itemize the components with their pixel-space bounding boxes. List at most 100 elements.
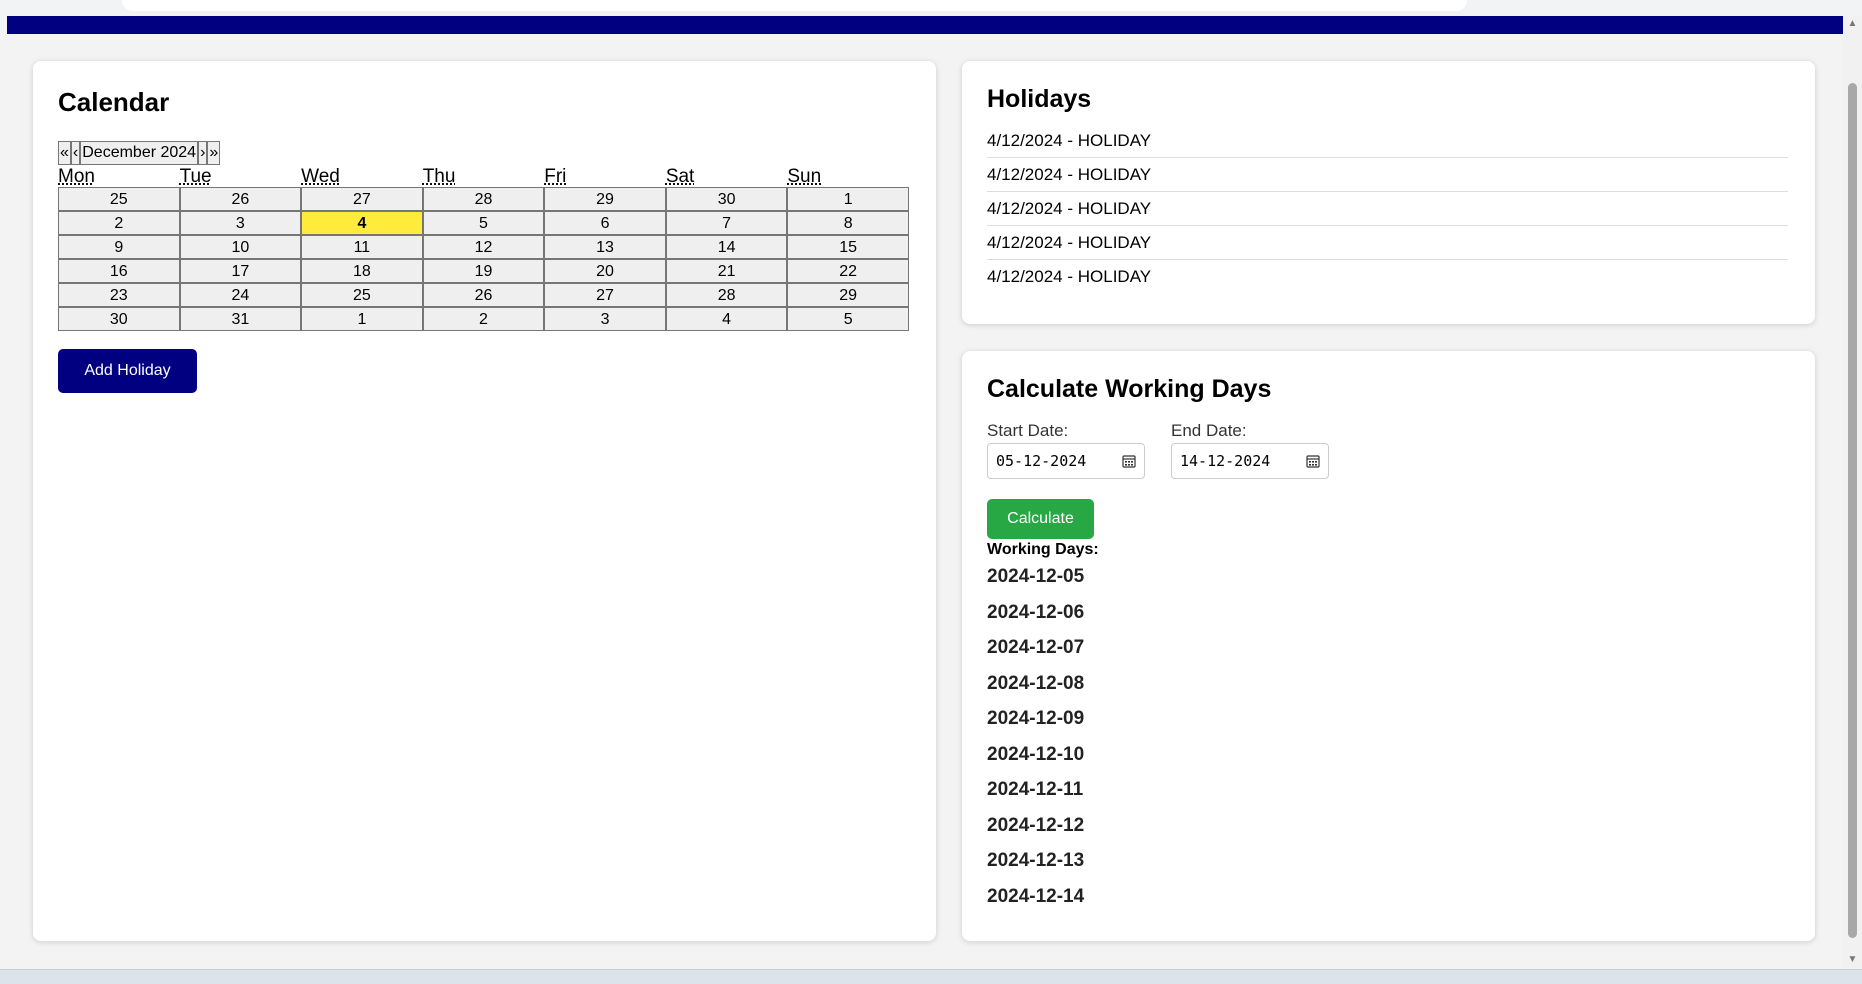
calendar-day[interactable]: 2 (422, 307, 545, 331)
calendar-picker-icon[interactable] (1122, 454, 1136, 468)
holiday-item: 4/12/2024 - HOLIDAY (987, 226, 1788, 260)
next-year-button[interactable]: » (207, 141, 221, 165)
working-days-panel: Calculate Working Days Start Date: 05-12… (962, 351, 1815, 941)
working-day-item: 2024-12-09 (987, 708, 1085, 729)
calendar-panel: Calendar « ‹ December 2024 › » Mon Tue Wed… (33, 61, 936, 941)
weekday-label: Sat (665, 166, 695, 187)
start-date-input[interactable]: 05-12-2024 (987, 443, 1145, 479)
holiday-item: 4/12/2024 - HOLIDAY (987, 192, 1788, 226)
working-days-list: 2024-12-05 2024-12-06 2024-12-07 2024-12-08… (987, 559, 1790, 914)
calendar-day[interactable]: 5 (787, 307, 909, 331)
date-range: Start Date: 05-12-2024 End Date: 14-12-2… (987, 421, 1790, 479)
calendar-day[interactable]: 26 (179, 187, 302, 211)
calendar-day[interactable]: 5 (422, 211, 545, 235)
start-date-label: Start Date: (987, 421, 1069, 440)
end-date-label: End Date: (1171, 421, 1247, 440)
calendar-day[interactable]: 2 (58, 211, 180, 235)
calendar-day[interactable]: 4 (665, 307, 788, 331)
calendar-day[interactable]: 26 (422, 283, 545, 307)
calendar-day[interactable]: 29 (787, 283, 909, 307)
end-date-input[interactable]: 14-12-2024 (1171, 443, 1329, 479)
calendar-picker-icon[interactable] (1306, 454, 1320, 468)
working-day-item: 2024-12-06 (987, 601, 1085, 623)
calendar-day[interactable]: 25 (58, 187, 180, 211)
end-date-value: 14-12-2024 (1180, 452, 1271, 470)
scroll-up-icon[interactable]: ▲ (1843, 16, 1862, 32)
weekday-label: Fri (544, 166, 567, 187)
calendar-day[interactable]: 3 (179, 211, 302, 235)
calendar-day[interactable]: 28 (665, 283, 788, 307)
scroll-down-icon[interactable]: ▼ (1843, 952, 1862, 968)
calendar-day[interactable]: 28 (422, 187, 545, 211)
calendar-day[interactable]: 13 (544, 235, 666, 259)
browser-chrome (0, 0, 1862, 14)
working-day-item: 2024-12-07 (987, 637, 1085, 658)
month-label-button[interactable]: December 2024 (80, 141, 199, 165)
working-day-item: 2024-12-11 (987, 779, 1084, 800)
calendar-day[interactable]: 16 (58, 259, 180, 283)
working-days-label: Working Days: (987, 541, 1099, 558)
calendar-day[interactable]: 17 (179, 259, 302, 283)
weekday-header: Mon Tue Wed Thu Fri Sat Sun (58, 167, 909, 187)
holidays-title: Holidays (987, 85, 1092, 113)
end-date-field: End Date: 14-12-2024 (1171, 421, 1329, 479)
calendar-day[interactable]: 27 (301, 187, 423, 211)
next-month-button[interactable]: › (198, 141, 208, 165)
page-scrollbar[interactable]: ▲ ▼ (1843, 16, 1862, 968)
prev-year-button[interactable]: « (58, 141, 71, 165)
weekday-label: Tue (179, 166, 212, 187)
calendar-day[interactable]: 25 (301, 283, 423, 307)
working-day-item: 2024-12-10 (987, 743, 1085, 765)
working-day-item: 2024-12-05 (987, 566, 1085, 587)
calendar-day[interactable]: 29 (544, 187, 666, 211)
working-days-title: Calculate Working Days (987, 375, 1272, 403)
calendar-day[interactable]: 6 (544, 211, 666, 235)
weekday-label: Mon (58, 166, 95, 187)
weekday-label: Sun (787, 166, 822, 187)
holiday-item: 4/12/2024 - HOLIDAY (987, 267, 1152, 286)
calendar-day[interactable]: 19 (422, 259, 545, 283)
calendar-day[interactable]: 30 (58, 307, 180, 331)
prev-month-button[interactable]: ‹ (70, 141, 81, 165)
os-taskbar (0, 969, 1862, 984)
calendar-day[interactable]: 10 (179, 235, 302, 259)
calendar-day-grid: 25 26 27 28 29 30 1 2 3 4 5 6 7 8 9 10 11 12 13 14 15 16 17 18 1… (58, 187, 909, 331)
weekday-label: Thu (422, 166, 456, 187)
calendar-day[interactable]: 1 (787, 187, 909, 211)
calendar-day[interactable]: 11 (301, 235, 423, 259)
calendar-day[interactable]: 15 (787, 235, 909, 259)
calendar-day[interactable]: 30 (665, 187, 788, 211)
calendar-navigation: « ‹ December 2024 › » (58, 141, 911, 165)
calendar-day[interactable]: 27 (544, 283, 666, 307)
holiday-item: 4/12/2024 - HOLIDAY (987, 158, 1788, 192)
calendar-day-today[interactable]: 4 (301, 211, 423, 235)
calendar-day[interactable]: 24 (179, 283, 302, 307)
calculate-button[interactable]: Calculate (987, 499, 1094, 539)
calendar-day[interactable]: 1 (301, 307, 423, 331)
calendar-day[interactable]: 8 (787, 211, 909, 235)
working-day-item: 2024-12-08 (987, 672, 1085, 694)
calendar-title: Calendar (58, 87, 170, 117)
address-bar[interactable] (122, 0, 1467, 11)
calendar-day[interactable]: 22 (787, 259, 909, 283)
calendar-day[interactable]: 14 (665, 235, 788, 259)
calendar-day[interactable]: 21 (665, 259, 788, 283)
calendar-day[interactable]: 7 (665, 211, 788, 235)
calendar-day[interactable]: 18 (301, 259, 423, 283)
calendar-day[interactable]: 20 (544, 259, 666, 283)
calendar-day[interactable]: 12 (422, 235, 545, 259)
working-day-item: 2024-12-13 (987, 850, 1085, 871)
holiday-item: 4/12/2024 - HOLIDAY (987, 124, 1788, 158)
working-day-item: 2024-12-12 (987, 814, 1085, 836)
scrollbar-thumb[interactable] (1848, 83, 1857, 938)
start-date-value: 05-12-2024 (996, 452, 1087, 470)
working-day-item: 2024-12-14 (987, 885, 1085, 907)
calendar-day[interactable]: 3 (544, 307, 666, 331)
add-holiday-button[interactable]: Add Holiday (58, 349, 197, 393)
weekday-label: Wed (301, 166, 340, 187)
start-date-field: Start Date: 05-12-2024 (987, 421, 1145, 479)
holidays-panel: Holidays 4/12/2024 - HOLIDAY 4/12/2024 - … (962, 61, 1815, 324)
calendar-day[interactable]: 31 (179, 307, 302, 331)
calendar-day[interactable]: 23 (58, 283, 180, 307)
calendar-day[interactable]: 9 (58, 235, 180, 259)
